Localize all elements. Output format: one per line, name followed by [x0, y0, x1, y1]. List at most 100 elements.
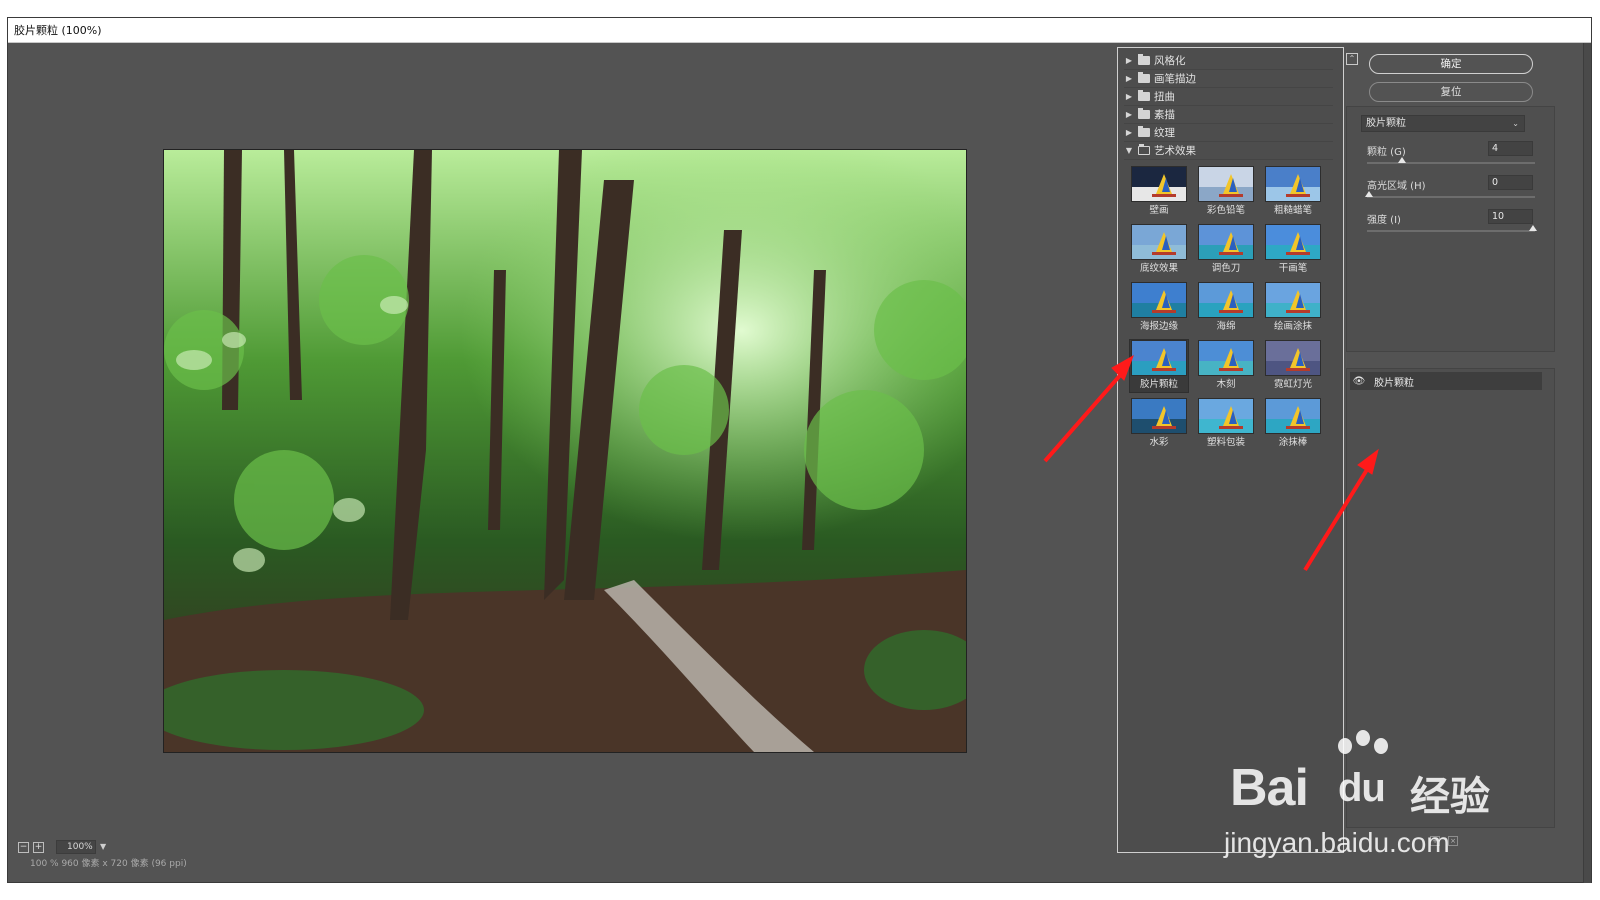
filter-folder-label: 纹理: [1154, 127, 1175, 139]
triangle-right-icon[interactable]: ▶: [1124, 128, 1134, 137]
baidu-watermark: Bai du 经验 jingyan.baidu.com: [1220, 730, 1560, 860]
paw-icon: [1338, 738, 1352, 754]
filter-folder[interactable]: ▶ 扭曲: [1124, 88, 1333, 106]
effect-layer-name: 胶片颗粒: [1374, 377, 1414, 389]
preview-image[interactable]: [163, 149, 967, 753]
filter-preview-image: [1198, 340, 1254, 376]
filter-thumbnail-label: 塑料包装: [1206, 437, 1245, 448]
folder-icon: [1138, 72, 1150, 83]
param-slider-knob[interactable]: [1397, 157, 1406, 163]
folder-icon: [1138, 90, 1150, 101]
filter-preview-image: [1265, 340, 1321, 376]
param-slider-track[interactable]: [1367, 196, 1535, 198]
eye-icon[interactable]: 👁: [1350, 376, 1368, 387]
filter-folder-label: 风格化: [1154, 55, 1186, 67]
filter-preview-image: [1131, 224, 1187, 260]
filter-thumbnail[interactable]: 塑料包装: [1197, 398, 1255, 450]
forest-photo: [164, 150, 966, 752]
folder-icon: [1138, 54, 1150, 65]
filter-thumbnail[interactable]: 水彩: [1130, 398, 1188, 450]
zoom-in-button[interactable]: +: [33, 841, 44, 853]
filter-thumbnail-label: 水彩: [1149, 437, 1169, 448]
param-highlight: 高光区域 (H) 0: [1365, 175, 1542, 209]
triangle-right-icon[interactable]: ▶: [1124, 92, 1134, 101]
watermark-url: jingyan.baidu.com: [1224, 827, 1450, 858]
param-value-input[interactable]: 4: [1488, 141, 1533, 156]
filter-thumbnail[interactable]: 调色刀: [1197, 224, 1255, 276]
folder-open-icon: [1138, 144, 1150, 155]
triangle-down-icon[interactable]: ▼: [1124, 146, 1134, 155]
filter-thumbnail[interactable]: 粗糙蜡笔: [1264, 166, 1322, 218]
param-slider-track[interactable]: [1367, 162, 1535, 164]
filter-thumbnail[interactable]: 木刻: [1197, 340, 1255, 392]
window-title: 胶片颗粒 (100%): [8, 18, 1591, 43]
filter-preview-image: [1131, 282, 1187, 318]
window-right-edge: [1583, 43, 1591, 883]
folder-icon: [1138, 126, 1150, 137]
param-value-input[interactable]: 0: [1488, 175, 1533, 190]
filter-thumbnail-label: 底纹效果: [1139, 263, 1178, 274]
filter-thumbnail-label: 海报边缘: [1139, 321, 1178, 332]
filter-thumbnail-label: 粗糙蜡笔: [1273, 205, 1312, 216]
filter-folder[interactable]: ▶ 纹理: [1124, 124, 1333, 142]
filter-preview-image: [1198, 224, 1254, 260]
filter-preview-image: [1265, 224, 1321, 260]
filter-thumbnail[interactable]: 底纹效果: [1130, 224, 1188, 276]
watermark-cn: 经验: [1410, 774, 1490, 820]
zoom-level[interactable]: 100%: [56, 840, 96, 854]
filter-folder[interactable]: ▶ 素描: [1124, 106, 1333, 124]
triangle-right-icon[interactable]: ▶: [1124, 56, 1134, 65]
ok-button[interactable]: 确定: [1369, 54, 1533, 74]
filter-preview-image: [1198, 398, 1254, 434]
filter-thumbnail-label: 壁画: [1149, 205, 1169, 216]
filter-preview-image: [1265, 282, 1321, 318]
filter-preview-image: [1131, 398, 1187, 434]
filter-folder[interactable]: ▶ 风格化: [1124, 52, 1333, 70]
filter-thumbnail[interactable]: 涂抹棒: [1264, 398, 1322, 450]
filter-folder[interactable]: ▼ 艺术效果: [1124, 142, 1333, 160]
param-grain: 颗粒 (G) 4: [1367, 141, 1542, 175]
zoom-bar: − + 100% ▼: [12, 838, 212, 856]
param-slider-knob[interactable]: [1365, 191, 1373, 197]
filter-thumbnail[interactable]: 胶片颗粒: [1129, 339, 1189, 393]
param-value-input[interactable]: 10: [1488, 209, 1533, 224]
filter-thumbnail[interactable]: 绘画涂抹: [1264, 282, 1322, 334]
filter-thumbnail[interactable]: 干画笔: [1264, 224, 1322, 276]
triangle-right-icon[interactable]: ▶: [1124, 110, 1134, 119]
filter-folder[interactable]: ▶ 画笔描边: [1124, 70, 1333, 88]
filter-select[interactable]: 胶片颗粒 ⌄: [1361, 115, 1525, 132]
param-intensity: 强度 (I) 10: [1367, 209, 1542, 243]
filter-select-value: 胶片颗粒: [1366, 118, 1406, 129]
collapse-gallery-icon[interactable]: ⌃: [1346, 53, 1358, 65]
param-label: 颗粒 (G): [1367, 147, 1406, 158]
watermark-logo-tail: du: [1338, 766, 1386, 810]
reset-button[interactable]: 复位: [1369, 82, 1533, 102]
filter-folder-label: 素描: [1154, 109, 1175, 121]
filter-thumbnail-label: 木刻: [1216, 379, 1236, 390]
filter-thumbnail-label: 绘画涂抹: [1273, 321, 1312, 332]
filter-preview-image: [1198, 282, 1254, 318]
filter-preview-image: [1265, 166, 1321, 202]
filter-thumbnail-label: 海绵: [1216, 321, 1236, 332]
filter-thumbnail-label: 涂抹棒: [1278, 437, 1308, 448]
effect-layer-row[interactable]: 👁 胶片颗粒: [1350, 372, 1542, 390]
filter-thumbnail[interactable]: 海绵: [1197, 282, 1255, 334]
filter-thumbnail-label: 调色刀: [1211, 263, 1241, 274]
zoom-out-button[interactable]: −: [18, 841, 29, 853]
filter-thumbnail[interactable]: 霓虹灯光: [1264, 340, 1322, 392]
chevron-down-icon: ⌄: [1512, 119, 1519, 128]
filter-thumbnail-label: 干画笔: [1278, 263, 1308, 274]
filter-settings-panel: 胶片颗粒 ⌄ 颗粒 (G) 4 高光区域 (H) 0 强度 (I) 10: [1346, 106, 1555, 352]
triangle-right-icon[interactable]: ▶: [1124, 74, 1134, 83]
filter-thumbnail[interactable]: 壁画: [1130, 166, 1188, 218]
param-slider-knob[interactable]: [1529, 225, 1537, 231]
filter-folder-label: 艺术效果: [1154, 145, 1196, 157]
param-slider-track[interactable]: [1367, 230, 1535, 232]
filter-thumbnail[interactable]: 海报边缘: [1130, 282, 1188, 334]
filter-preview-image: [1131, 340, 1187, 376]
filter-thumbnail-label: 霓虹灯光: [1273, 379, 1312, 390]
zoom-dropdown-icon[interactable]: ▼: [100, 840, 110, 854]
filter-thumbnail[interactable]: 彩色铅笔: [1197, 166, 1255, 218]
filter-folder-list: ▶ 风格化 ▶ 画笔描边 ▶ 扭曲 ▶ 素描 ▶ 纹理 ▼ 艺术效果: [1124, 52, 1333, 160]
watermark-logo: Bai: [1230, 759, 1309, 817]
